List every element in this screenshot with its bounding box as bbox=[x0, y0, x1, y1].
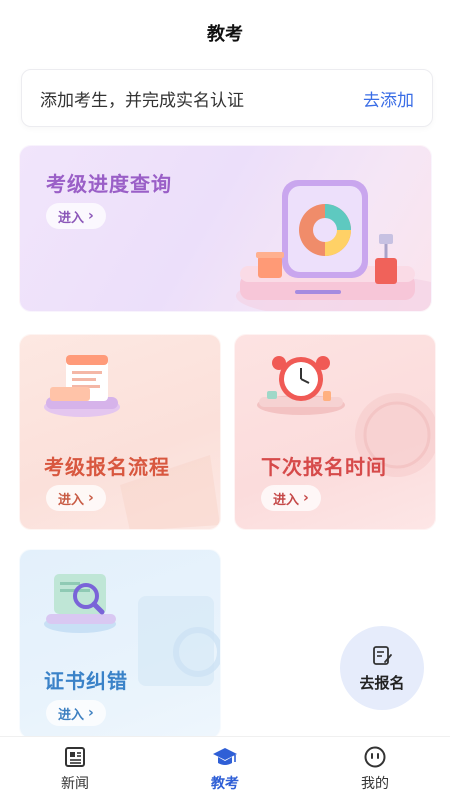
tab-jiaokao-label: 教考 bbox=[211, 775, 239, 792]
cert-title: 证书纠错 bbox=[44, 669, 128, 693]
chevron-right-icon: › bbox=[88, 490, 94, 506]
graduation-cap-icon bbox=[213, 747, 237, 765]
progress-title: 考级进度查询 bbox=[46, 172, 172, 196]
go-signup-float-button[interactable]: 去报名 bbox=[340, 626, 424, 710]
signup-title: 考级报名流程 bbox=[44, 455, 170, 479]
news-icon bbox=[65, 746, 85, 767]
progress-enter-button[interactable]: 进入 › bbox=[46, 203, 106, 229]
enter-label: 进入 bbox=[58, 707, 85, 723]
tab-news[interactable]: 新闻 bbox=[0, 737, 150, 800]
enter-label: 进入 bbox=[58, 492, 85, 508]
float-button-label: 去报名 bbox=[359, 673, 405, 692]
card-signup-process[interactable]: 考级报名流程 进入 › bbox=[19, 334, 221, 530]
chevron-right-icon: › bbox=[303, 490, 309, 506]
chevron-right-icon: › bbox=[88, 705, 94, 721]
signup-enter-button[interactable]: 进入 › bbox=[46, 485, 106, 511]
tab-mine[interactable]: 我的 bbox=[300, 737, 450, 800]
tab-mine-label: 我的 bbox=[361, 775, 389, 792]
enter-label: 进入 bbox=[58, 210, 85, 226]
edit-form-icon bbox=[373, 645, 392, 665]
time-title: 下次报名时间 bbox=[261, 455, 387, 479]
card-next-signup-time[interactable]: 下次报名时间 进入 › bbox=[234, 334, 436, 530]
enter-label: 进入 bbox=[273, 492, 300, 508]
page-title: 教考 bbox=[207, 24, 243, 45]
tab-jiaokao[interactable]: 教考 bbox=[150, 737, 300, 800]
chevron-right-icon: › bbox=[88, 208, 94, 224]
card-certificate-correction[interactable]: 证书纠错 进入 › bbox=[19, 549, 221, 739]
add-candidate-notice: 添加考生，并完成实名认证 去添加 bbox=[21, 69, 433, 127]
tab-news-label: 新闻 bbox=[61, 775, 89, 792]
card-progress-query[interactable]: 考级进度查询 进入 › bbox=[19, 145, 432, 312]
notice-text: 添加考生，并完成实名认证 bbox=[40, 90, 244, 111]
page-header: 教考 bbox=[0, 0, 450, 66]
time-enter-button[interactable]: 进入 › bbox=[261, 485, 321, 511]
cert-enter-button[interactable]: 进入 › bbox=[46, 700, 106, 726]
go-add-link[interactable]: 去添加 bbox=[363, 86, 414, 111]
smiley-face-icon bbox=[364, 746, 386, 767]
bottom-tab-bar: 新闻 教考 我的 bbox=[0, 736, 450, 800]
